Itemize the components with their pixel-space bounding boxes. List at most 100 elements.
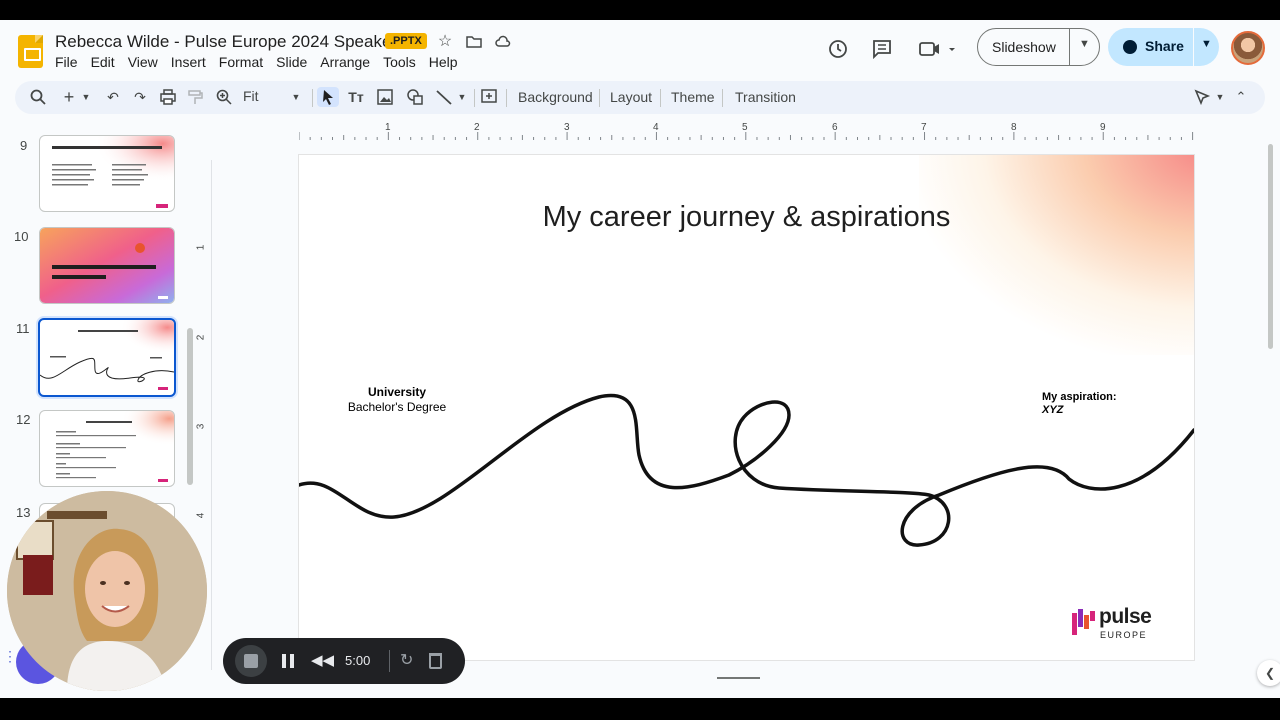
theme-button[interactable]: Theme <box>671 89 715 105</box>
file-format-badge: .PPTX <box>385 33 427 49</box>
canvas-vertical-scrollbar[interactable] <box>1268 144 1273 349</box>
ruler-mark: 2 <box>195 334 207 341</box>
star-icon[interactable]: ☆ <box>436 33 454 51</box>
collapse-toolbar-icon[interactable]: ⌃ <box>1233 87 1249 107</box>
ruler-mark: 4 <box>195 512 207 519</box>
menu-arrange[interactable]: Arrange <box>320 54 376 70</box>
slides-logo-icon[interactable] <box>18 35 43 68</box>
ruler-mark: 5 <box>742 122 748 133</box>
line-icon[interactable] <box>435 87 453 107</box>
menu-format[interactable]: Format <box>219 54 269 70</box>
cloud-status-icon[interactable] <box>494 33 512 51</box>
globe-icon <box>1123 40 1137 54</box>
ruler-mark: 4 <box>653 122 659 133</box>
layout-button[interactable]: Layout <box>610 89 652 105</box>
pen-tool-icon[interactable] <box>1193 87 1211 107</box>
menu-view[interactable]: View <box>128 54 164 70</box>
line-dropdown-icon[interactable]: ▼ <box>456 87 468 107</box>
toolbar-divider <box>660 89 661 107</box>
background-button[interactable]: Background <box>518 89 593 105</box>
ruler-mark: 1 <box>385 122 391 133</box>
print-icon[interactable] <box>159 87 177 107</box>
ruler-mark: 7 <box>921 122 927 133</box>
menu-file[interactable]: File <box>55 54 84 70</box>
menu-edit[interactable]: Edit <box>91 54 121 70</box>
stop-icon <box>244 654 258 668</box>
redo-icon[interactable]: ↷ <box>132 87 148 107</box>
share-dropdown-icon[interactable]: ▼ <box>1201 38 1212 50</box>
slideshow-button[interactable]: Slideshow ▼ <box>977 28 1100 66</box>
recorder-divider <box>389 650 390 672</box>
ruler-mark: 6 <box>832 122 838 133</box>
journey-path-line[interactable] <box>299 155 1194 660</box>
horizontal-scrollbar[interactable] <box>717 677 760 679</box>
share-button[interactable]: Share ▼ <box>1108 28 1219 66</box>
zoom-dropdown-icon[interactable]: ▼ <box>290 87 302 107</box>
share-label: Share <box>1145 38 1184 54</box>
side-panel-toggle-icon[interactable]: ❮ <box>1257 660 1280 686</box>
toolbar-divider <box>312 89 313 107</box>
slide-thumbnail-active[interactable] <box>38 318 176 397</box>
menu-bar: File Edit View Insert Format Slide Arran… <box>55 54 471 70</box>
zoom-select-value[interactable]: Fit <box>243 88 259 104</box>
webcam-bubble[interactable] <box>7 491 207 691</box>
insert-image-icon[interactable] <box>376 87 394 107</box>
menu-insert[interactable]: Insert <box>171 54 212 70</box>
select-cursor-icon[interactable] <box>317 87 339 107</box>
ruler-mark: 8 <box>1011 122 1017 133</box>
slide-number: 9 <box>20 138 28 153</box>
rewind-icon[interactable]: ◀◀ <box>311 651 334 669</box>
pause-icon[interactable] <box>282 654 294 668</box>
shape-icon[interactable] <box>406 87 424 107</box>
slide-thumbnail[interactable] <box>39 135 175 212</box>
toolbar-divider <box>599 89 600 107</box>
paint-format-icon[interactable] <box>187 87 203 107</box>
slide-number: 10 <box>14 229 29 244</box>
ruler-mark: 9 <box>1100 122 1106 133</box>
slide-thumbnail[interactable] <box>39 410 175 487</box>
meet-video-icon[interactable] <box>918 38 958 60</box>
slideshow-divider <box>1069 29 1070 65</box>
stop-recording-button[interactable] <box>235 645 267 677</box>
slide-canvas[interactable]: My career journey & aspirations Universi… <box>299 155 1194 660</box>
slideshow-label: Slideshow <box>992 39 1056 55</box>
slide-number: 12 <box>16 412 31 427</box>
document-title[interactable]: Rebecca Wilde - Pulse Europe 2024 Speake… <box>55 32 397 52</box>
logo-subtext: EUROPE <box>1100 630 1148 640</box>
toolbar-divider <box>506 89 507 107</box>
delete-recording-icon[interactable] <box>429 653 442 669</box>
filmstrip-scrollbar[interactable] <box>187 328 193 485</box>
account-avatar[interactable] <box>1231 31 1265 65</box>
horizontal-ruler: 1 2 3 4 5 6 7 8 9 <box>299 122 1194 140</box>
slide-number: 11 <box>16 321 30 336</box>
share-divider <box>1193 28 1194 66</box>
logo-wordmark: pulse <box>1099 605 1152 628</box>
menu-slide[interactable]: Slide <box>276 54 313 70</box>
transition-button[interactable]: Transition <box>735 89 796 105</box>
pen-dropdown-icon[interactable]: ▼ <box>1214 87 1226 107</box>
new-slide-icon[interactable]: + <box>61 87 77 107</box>
menu-tools[interactable]: Tools <box>383 54 422 70</box>
main-toolbar: + ▼ ↶ ↷ Fit ▼ Tт ▼ Background Layout The… <box>15 81 1265 114</box>
toolbar-divider <box>722 89 723 107</box>
new-slide-dropdown-icon[interactable]: ▼ <box>80 87 92 107</box>
menu-help[interactable]: Help <box>429 54 464 70</box>
add-comment-icon[interactable] <box>480 87 498 107</box>
zoom-icon[interactable] <box>216 87 232 107</box>
comments-icon[interactable] <box>871 38 893 60</box>
ruler-mark: 3 <box>195 423 207 430</box>
text-box-icon[interactable]: Tт <box>346 87 366 107</box>
move-folder-icon[interactable] <box>465 33 483 51</box>
version-history-icon[interactable] <box>827 38 849 60</box>
screen-recorder-controls: ◀◀ 5:00 ↻ <box>223 638 465 684</box>
search-menus-icon[interactable] <box>29 87 47 107</box>
slideshow-dropdown-icon[interactable]: ▼ <box>1079 38 1090 50</box>
ruler-mark: 1 <box>195 244 207 251</box>
toolbar-divider <box>474 89 475 107</box>
pulse-europe-logo: pulse EUROPE <box>1072 605 1162 643</box>
ruler-mark: 2 <box>474 122 480 133</box>
restart-icon[interactable]: ↻ <box>400 650 413 670</box>
slide-thumbnail[interactable] <box>39 227 175 304</box>
undo-icon[interactable]: ↶ <box>105 87 121 107</box>
ruler-mark: 3 <box>564 122 570 133</box>
